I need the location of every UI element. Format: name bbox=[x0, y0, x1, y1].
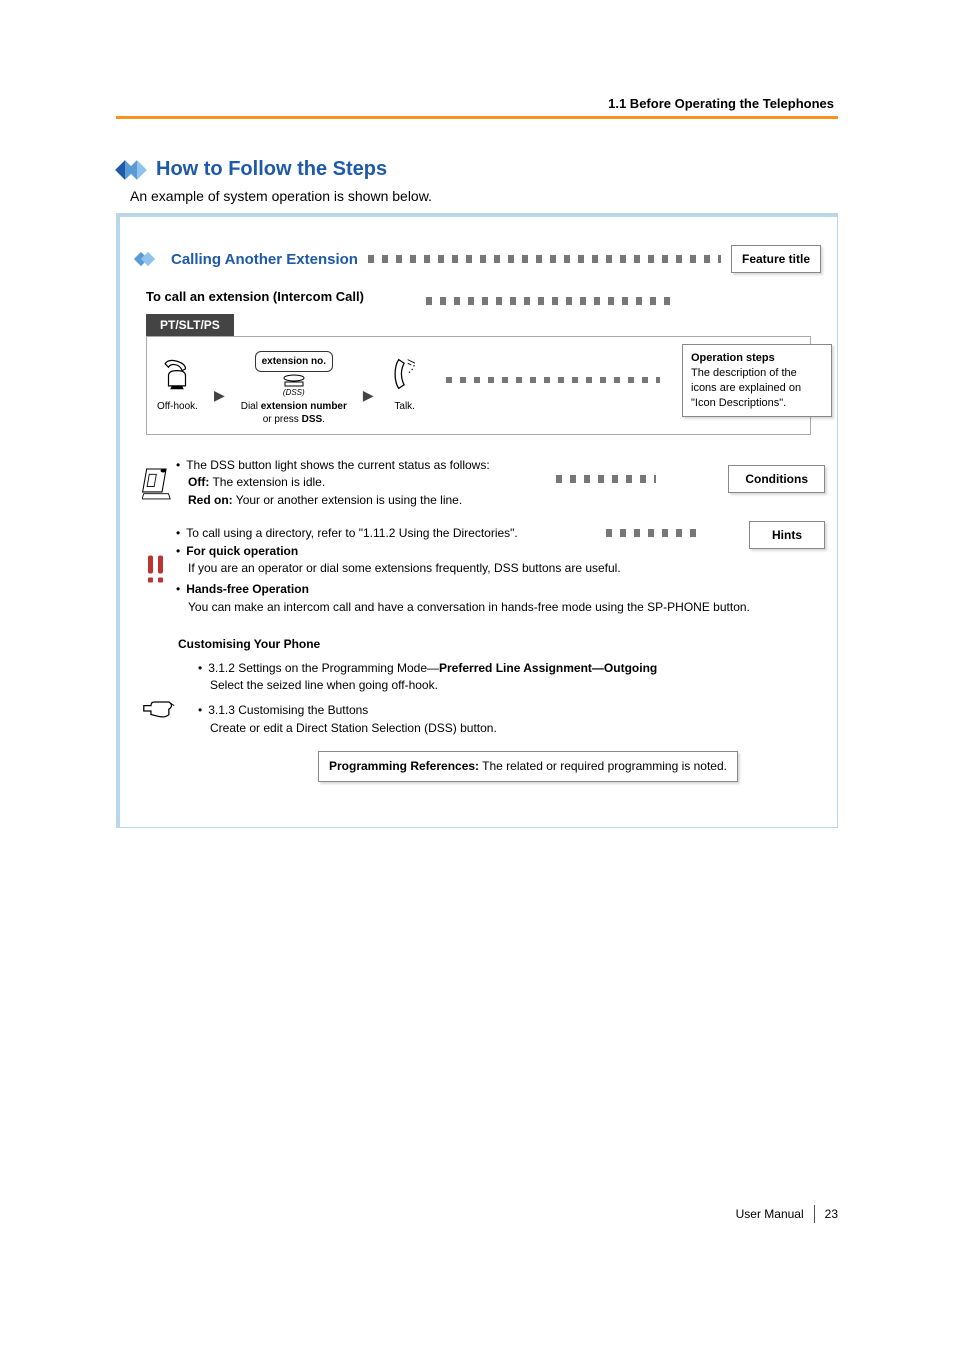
footer-divider bbox=[814, 1205, 815, 1223]
section-title: How to Follow the Steps bbox=[156, 158, 387, 181]
cust-item1-body: Select the seized line when going off-ho… bbox=[178, 677, 758, 694]
prog-ref-label: Programming References: bbox=[329, 759, 479, 773]
step-caption: Off-hook. bbox=[157, 401, 198, 414]
hints-quick-title: For quick operation bbox=[186, 544, 298, 558]
conditions-callout: Conditions bbox=[728, 465, 825, 493]
arrow-icon: ▶ bbox=[363, 373, 374, 404]
dss-label: (DSS) bbox=[283, 388, 305, 397]
operation-steps-title: Operation steps bbox=[691, 352, 775, 364]
step-caption: Dial extension numberor press DSS. bbox=[241, 401, 347, 426]
hints-directory: To call using a directory, refer to "1.1… bbox=[186, 525, 518, 542]
cust-item1-prefix: 3.1.2 Settings on the Programming Mode— bbox=[208, 661, 439, 675]
hints-quick-body: If you are an operator or dial some exte… bbox=[176, 560, 801, 577]
leader-line bbox=[606, 529, 696, 537]
programming-ref-box: Programming References: The related or r… bbox=[318, 751, 738, 782]
operation-steps-body: The description of the icons are explain… bbox=[691, 367, 801, 409]
customising-title: Customising Your Phone bbox=[178, 636, 758, 653]
offhook-icon bbox=[160, 357, 194, 391]
hints-hands-body: You can make an intercom call and have a… bbox=[176, 599, 801, 616]
example-box: Calling Another Extension Feature title … bbox=[116, 213, 838, 828]
device-tab: PT/SLT/PS bbox=[146, 314, 234, 336]
diamond-icon bbox=[136, 254, 153, 264]
hints-hands-title: Hands-free Operation bbox=[186, 582, 309, 596]
phone-stand-icon bbox=[142, 457, 172, 509]
hints-callout: Hints bbox=[749, 521, 825, 549]
diamond-icon bbox=[127, 160, 147, 180]
cust-item2-title: 3.1.3 Customising the Buttons bbox=[208, 702, 368, 719]
footer-page: 23 bbox=[825, 1207, 838, 1221]
footer-label: User Manual bbox=[736, 1207, 804, 1221]
conditions-red-label: Red on: bbox=[188, 493, 233, 507]
conditions-off-text: The extension is idle. bbox=[209, 475, 325, 489]
step-area: Off-hook. ▶ extension no. (DSS) Dial ext… bbox=[146, 336, 811, 435]
pointing-hand-icon bbox=[142, 636, 176, 782]
leader-line bbox=[368, 255, 721, 263]
arrow-icon: ▶ bbox=[214, 373, 225, 404]
extension-number-box: extension no. bbox=[255, 351, 333, 372]
cust-item2-body: Create or edit a Direct Station Selectio… bbox=[178, 720, 758, 737]
feature-title-callout: Feature title bbox=[731, 245, 821, 273]
leader-line bbox=[446, 377, 660, 383]
conditions-line: The DSS button light shows the current s… bbox=[186, 457, 489, 474]
conditions-off-label: Off: bbox=[188, 475, 209, 489]
cust-item1-bold: Preferred Line Assignment—Outgoing bbox=[439, 661, 657, 675]
feature-title: Calling Another Extension bbox=[171, 251, 358, 268]
leader-line bbox=[426, 297, 676, 305]
leader-line bbox=[556, 475, 656, 483]
header-rule bbox=[116, 116, 838, 119]
talk-icon bbox=[390, 356, 420, 392]
exclamation-icon bbox=[144, 525, 170, 616]
dss-button-icon bbox=[280, 374, 308, 388]
section-heading-row: How to Follow the Steps bbox=[118, 158, 387, 181]
footer: User Manual 23 bbox=[736, 1205, 838, 1223]
section-intro: An example of system operation is shown … bbox=[130, 188, 432, 204]
step-caption: Talk. bbox=[394, 401, 415, 414]
tab-bar: PT/SLT/PS bbox=[146, 314, 821, 336]
prog-ref-text: The related or required programming is n… bbox=[479, 759, 727, 773]
conditions-red-text: Your or another extension is using the l… bbox=[233, 493, 463, 507]
operation-steps-callout: Operation steps The description of the i… bbox=[682, 344, 832, 417]
header-breadcrumb: 1.1 Before Operating the Telephones bbox=[608, 96, 834, 111]
